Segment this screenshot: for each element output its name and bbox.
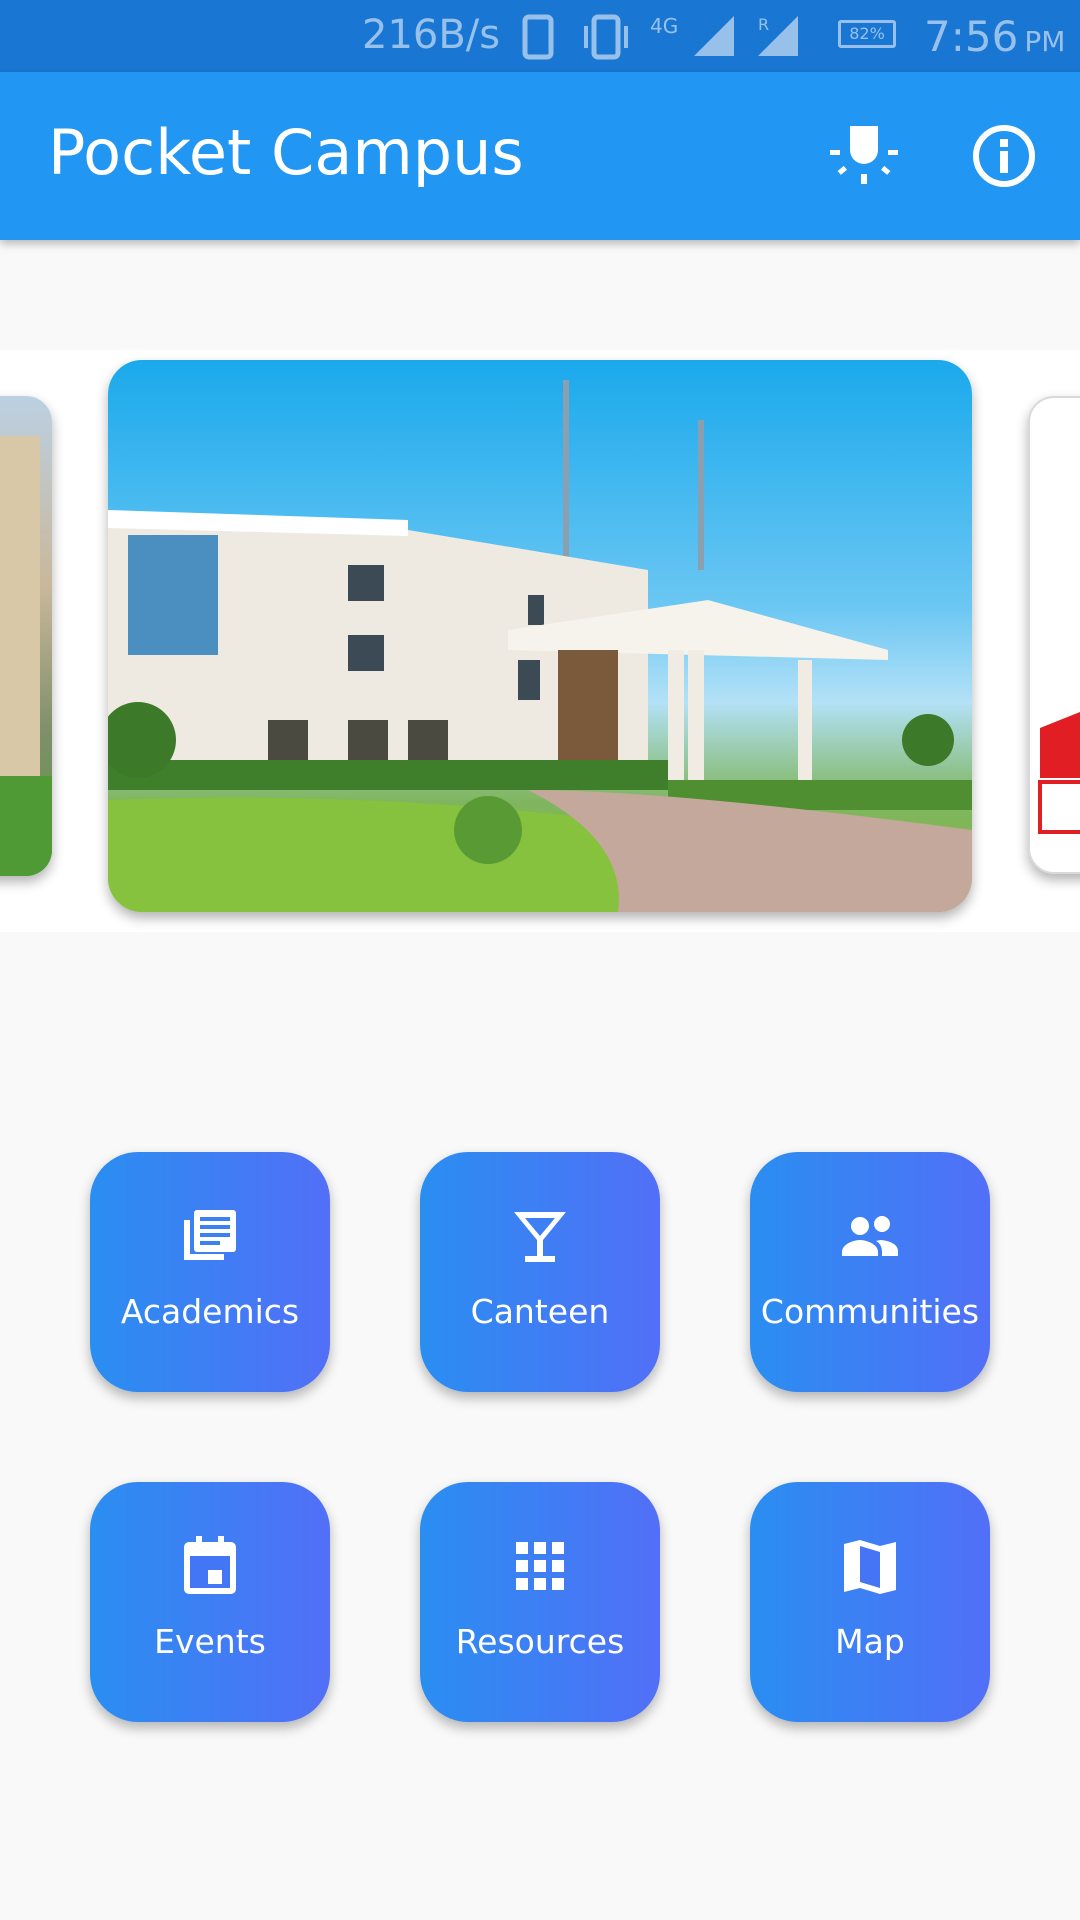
clock-time: 7:56 <box>924 12 1019 61</box>
image-carousel[interactable] <box>0 350 1080 932</box>
app-title: Pocket Campus <box>48 116 524 189</box>
tile-label: Communities <box>760 1292 980 1331</box>
tile-label: Events <box>154 1622 266 1661</box>
about-button[interactable] <box>970 122 1038 190</box>
tile-label: Resources <box>455 1622 625 1661</box>
calendar-event-icon <box>184 1536 236 1594</box>
tile-map[interactable]: Map <box>750 1482 990 1722</box>
carousel-slide-next[interactable] <box>1028 396 1080 874</box>
carousel-slide-current[interactable] <box>108 360 972 912</box>
clock: 7:56 PM <box>924 12 1065 61</box>
cocktail-glass-icon <box>514 1212 566 1262</box>
library-books-icon <box>184 1210 236 1260</box>
tile-label: Academics <box>120 1292 300 1331</box>
apps-grid-icon <box>516 1542 564 1590</box>
app-bar: Pocket Campus <box>0 72 1080 240</box>
signal-sim1-icon <box>692 14 742 62</box>
signal-sim2-icon: R <box>756 14 816 62</box>
people-icon <box>842 1216 898 1256</box>
clock-suffix: PM <box>1024 25 1066 58</box>
status-bar: 216B/s 4G R 82% 7:56 PM <box>0 0 1080 72</box>
map-icon <box>844 1540 896 1594</box>
tile-resources[interactable]: Resources <box>420 1482 660 1722</box>
lightbulb-icon <box>830 126 898 184</box>
phone-icon <box>522 14 554 64</box>
theme-toggle-button[interactable] <box>826 118 902 194</box>
tile-label: Map <box>835 1622 905 1661</box>
tile-academics[interactable]: Academics <box>90 1152 330 1392</box>
campus-building-photo <box>108 380 972 912</box>
campus-photo-partial <box>0 436 52 876</box>
info-icon <box>973 125 1035 187</box>
tile-label: Canteen <box>470 1292 610 1331</box>
network-type: 4G <box>650 14 679 38</box>
tile-communities[interactable]: Communities <box>750 1152 990 1392</box>
vibrate-icon <box>578 14 634 64</box>
tile-canteen[interactable]: Canteen <box>420 1152 660 1392</box>
net-speed: 216B/s <box>362 12 501 58</box>
svg-text:R: R <box>758 15 769 34</box>
carousel-slide-previous[interactable] <box>0 396 52 876</box>
battery-indicator: 82% <box>838 20 896 48</box>
tile-events[interactable]: Events <box>90 1482 330 1722</box>
college-logo-partial <box>1038 712 1080 834</box>
